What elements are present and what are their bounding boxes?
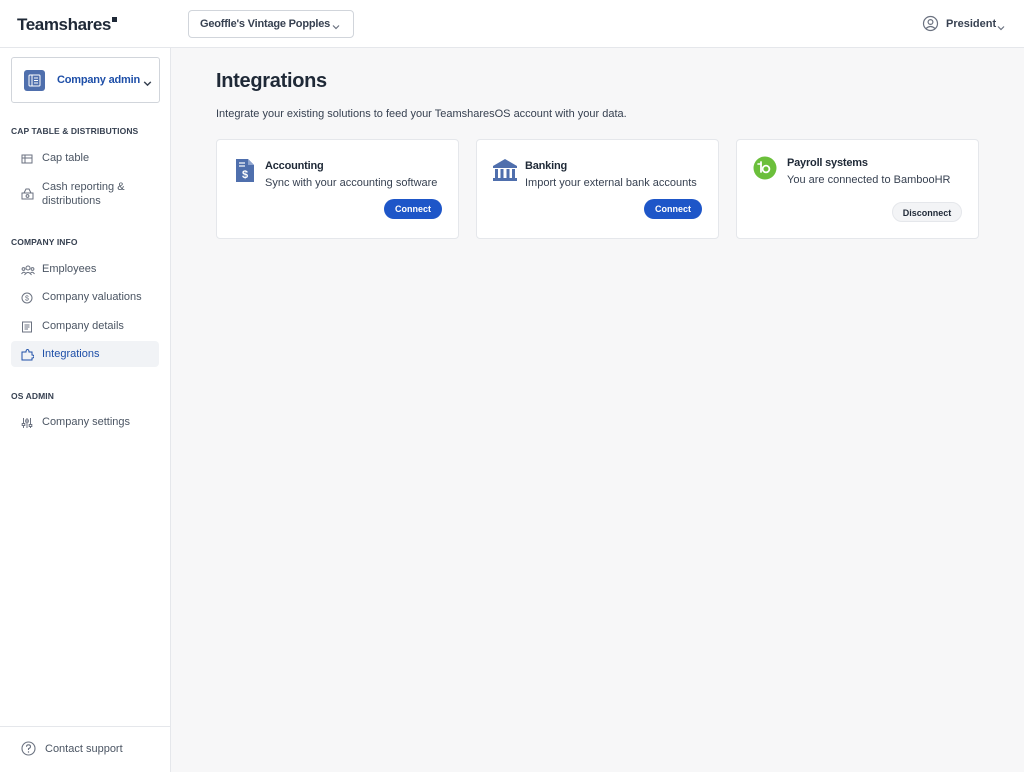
top-bar: Teamshares Geoffle's Vintage Popples Pre… xyxy=(0,0,1024,48)
role-selector[interactable]: Company admin xyxy=(11,57,160,103)
integration-card-accounting: $ Accounting Sync with your accounting s… xyxy=(216,139,459,239)
puzzle-icon xyxy=(21,348,35,366)
svg-text:$: $ xyxy=(242,169,248,181)
sidebar-item-label: Company details xyxy=(42,320,124,332)
sidebar-item-company-settings[interactable]: Company settings xyxy=(11,410,159,434)
chevron-down-icon xyxy=(142,76,153,94)
dollar-circle-icon: $ xyxy=(21,291,33,309)
connect-accounting-button[interactable]: Connect xyxy=(384,199,442,219)
section-title-cap-table: CAP TABLE & DISTRIBUTIONS xyxy=(11,126,139,136)
company-selector[interactable]: Geoffle's Vintage Popples xyxy=(188,10,354,38)
card-description: Sync with your accounting software xyxy=(265,177,438,189)
document-icon xyxy=(21,320,33,338)
table-icon xyxy=(21,152,33,170)
sidebar-item-cap-table[interactable]: Cap table xyxy=(11,146,159,170)
sidebar: Company admin CAP TABLE & DISTRIBUTIONS … xyxy=(0,48,171,772)
page-subtitle: Integrate your existing solutions to fee… xyxy=(216,108,627,120)
sidebar-item-company-valuations[interactable]: $ Company valuations xyxy=(11,285,159,309)
user-role-label: President xyxy=(946,18,997,30)
bamboohr-logo-icon xyxy=(753,156,777,185)
sidebar-item-employees[interactable]: Employees xyxy=(11,257,159,281)
sidebar-item-label: Cash reporting & distributions xyxy=(42,181,125,207)
sidebar-item-cash-reporting[interactable]: Cash reporting & distributions xyxy=(11,176,159,210)
money-bag-icon xyxy=(21,187,34,205)
page-title: Integrations xyxy=(216,70,327,92)
chevron-down-icon xyxy=(331,19,341,37)
logo-mark-icon xyxy=(111,17,117,22)
card-title: Accounting xyxy=(265,160,324,172)
sidebar-item-label: Integrations xyxy=(42,348,100,360)
role-selector-label: Company admin xyxy=(57,74,140,86)
bank-icon xyxy=(492,158,518,187)
integration-card-banking: Banking Import your external bank accoun… xyxy=(476,139,719,239)
connect-banking-button[interactable]: Connect xyxy=(644,199,702,219)
help-circle-icon xyxy=(21,741,36,761)
teamshares-logo[interactable]: Teamshares xyxy=(17,15,117,35)
sliders-icon xyxy=(21,416,33,434)
disconnect-payroll-button[interactable]: Disconnect xyxy=(892,202,962,222)
sidebar-item-integrations[interactable]: Integrations xyxy=(11,341,159,367)
card-title: Payroll systems xyxy=(787,157,868,169)
chevron-down-icon xyxy=(996,20,1006,38)
sidebar-item-label: Cap table xyxy=(42,152,90,164)
company-name: Geoffle's Vintage Popples xyxy=(200,18,331,30)
sidebar-item-label: Employees xyxy=(42,263,97,275)
card-description: You are connected to BambooHR xyxy=(787,174,951,186)
people-icon xyxy=(21,263,35,281)
sidebar-item-company-details[interactable]: Company details xyxy=(11,314,159,338)
user-circle-icon xyxy=(922,15,939,37)
svg-text:$: $ xyxy=(25,296,29,303)
admin-list-icon xyxy=(24,70,45,91)
sidebar-footer: Contact support xyxy=(0,726,171,772)
card-title: Banking xyxy=(525,160,567,172)
section-title-company-info: COMPANY INFO xyxy=(11,237,78,247)
sidebar-item-label: Company valuations xyxy=(42,291,142,303)
contact-support-label: Contact support xyxy=(45,743,123,755)
sidebar-item-label: Company settings xyxy=(42,416,131,428)
dollar-document-icon: $ xyxy=(235,158,255,188)
integration-card-payroll: Payroll systems You are connected to Bam… xyxy=(736,139,979,239)
card-description: Import your external bank accounts xyxy=(525,177,697,189)
section-title-os-admin: OS ADMIN xyxy=(11,391,54,401)
